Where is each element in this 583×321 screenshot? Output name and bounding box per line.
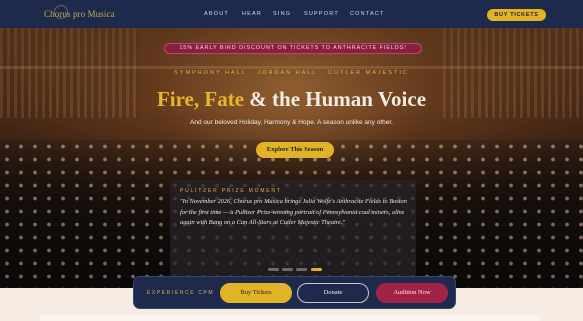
nav-item-sing[interactable]: SING xyxy=(273,11,291,17)
site-header: Chorus pro Musica ABOUT HEAR SING SUPPOR… xyxy=(0,0,583,28)
carousel-dot-active[interactable] xyxy=(311,268,322,271)
headline-rest: & the Human Voice xyxy=(249,87,427,111)
header-buy-tickets-button[interactable]: BUY TICKETS xyxy=(487,9,546,21)
venues-line: SYMPHONY HALL · JORDAN HALL · CUTLER MAJ… xyxy=(174,70,409,76)
hero-subline: And our beloved Holiday, Harmony & Hope.… xyxy=(190,119,393,126)
nav-item-contact[interactable]: CONTACT xyxy=(350,11,385,17)
hero-headline: Fire, Fate & the Human Voice xyxy=(0,87,583,112)
audition-now-button[interactable]: Audition Now xyxy=(376,283,448,303)
headline-highlight: Fire, Fate xyxy=(156,87,245,111)
donate-button[interactable]: Donate xyxy=(297,283,369,303)
promo-banner[interactable]: 15% EARLY BIRD DISCOUNT ON TICKETS TO AN… xyxy=(164,43,422,54)
experience-label: EXPERIENCE CPM xyxy=(147,290,215,296)
nav-item-support[interactable]: SUPPORT xyxy=(304,11,339,17)
feature-text: "In November 2026, Chorus pro Musica bri… xyxy=(180,198,407,226)
carousel-dot[interactable] xyxy=(268,268,279,271)
hero: 15% EARLY BIRD DISCOUNT ON TICKETS TO AN… xyxy=(0,28,583,288)
carousel-dots xyxy=(268,268,328,272)
carousel-dot[interactable] xyxy=(282,268,293,271)
nav-item-about[interactable]: ABOUT xyxy=(204,11,229,17)
feature-card: PULITZER PRIZE MOMENT "In November 2026,… xyxy=(170,180,416,276)
feature-tag: PULITZER PRIZE MOMENT xyxy=(180,188,282,194)
carousel-dot[interactable] xyxy=(296,268,307,271)
nav-item-hear[interactable]: HEAR xyxy=(242,11,262,17)
explore-season-button[interactable]: Explore This Season xyxy=(256,142,334,158)
experience-bar: EXPERIENCE CPM Buy Tickets Donate Auditi… xyxy=(133,276,456,309)
content-card-top xyxy=(40,315,540,321)
buy-tickets-button[interactable]: Buy Tickets xyxy=(220,283,292,303)
